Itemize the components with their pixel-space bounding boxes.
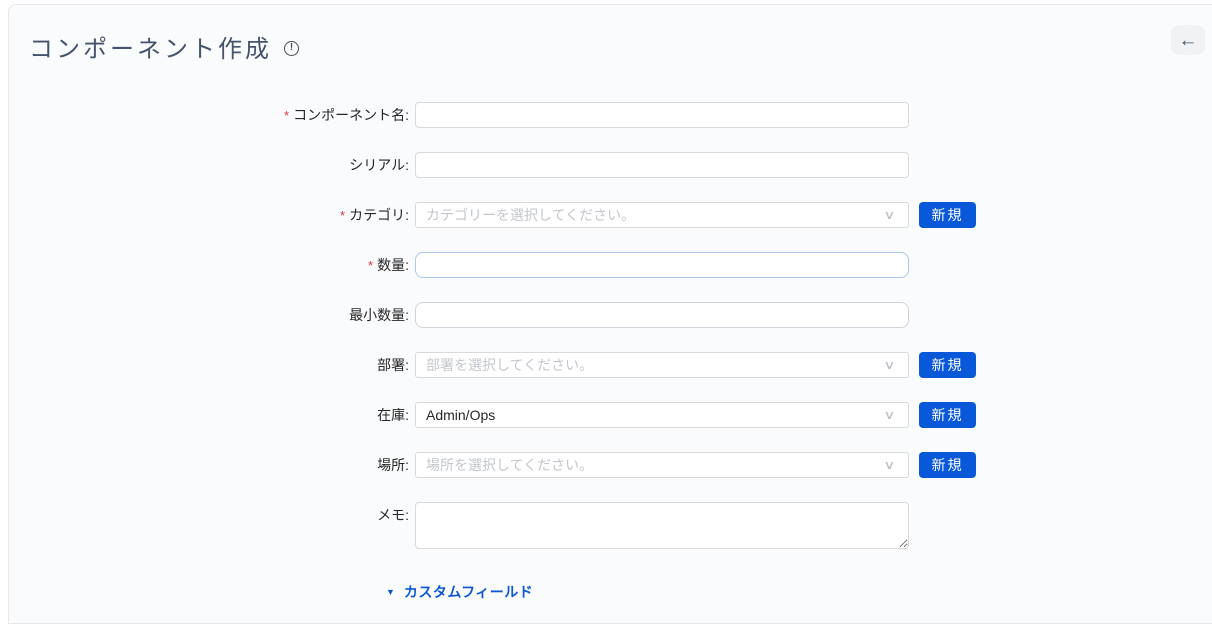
title-bar: コンポーネント作成 ! [29, 29, 1212, 64]
component-name-label: *コンポーネント名: [29, 102, 409, 124]
form-row-location: 場所: 場所を選択してください。 ∨ 新規 [29, 452, 1212, 478]
form-row-serial: シリアル: [29, 152, 1212, 178]
department-new-button[interactable]: 新規 [919, 352, 976, 378]
chevron-down-icon: ∨ [884, 358, 896, 372]
category-placeholder: カテゴリーを選択してください。 [426, 205, 885, 225]
triangle-down-icon: ▼ [386, 587, 395, 597]
back-button[interactable]: ← [1171, 25, 1205, 55]
page-title: コンポーネント作成 [29, 29, 272, 64]
location-new-button[interactable]: 新規 [919, 452, 976, 478]
form-row-quantity: *数量: [29, 252, 1212, 278]
form-row-category: *カテゴリ: カテゴリーを選択してください。 ∨ 新規 [29, 202, 1212, 228]
quantity-input[interactable] [415, 252, 909, 278]
chevron-down-icon: ∨ [884, 208, 896, 222]
location-label: 場所: [29, 452, 409, 473]
form-row-memo: メモ: [29, 502, 1212, 554]
min-quantity-input[interactable] [415, 302, 909, 328]
form-row-department: 部署: 部署を選択してください。 ∨ 新規 [29, 352, 1212, 378]
category-select[interactable]: カテゴリーを選択してください。 ∨ [415, 202, 909, 228]
custom-fields-label: カスタムフィールド [404, 582, 533, 602]
department-select[interactable]: 部署を選択してください。 ∨ [415, 352, 909, 378]
quantity-label: *数量: [29, 252, 409, 274]
category-label: *カテゴリ: [29, 202, 409, 224]
chevron-down-icon: ∨ [884, 408, 896, 422]
department-placeholder: 部署を選択してください。 [426, 355, 885, 375]
memo-textarea[interactable] [415, 502, 909, 549]
serial-label: シリアル: [29, 152, 409, 173]
info-icon[interactable]: ! [284, 41, 299, 56]
stock-selected-value: Admin/Ops [426, 407, 885, 423]
component-name-input[interactable] [415, 102, 909, 128]
chevron-down-icon: ∨ [884, 458, 896, 472]
component-form: *コンポーネント名: シリアル: *カテゴリ: カテゴリーを選択してください。 … [29, 102, 1212, 602]
required-asterisk: * [368, 258, 373, 273]
back-arrow-icon: ← [1179, 31, 1198, 50]
form-row-min-quantity: 最小数量: [29, 302, 1212, 328]
location-select[interactable]: 場所を選択してください。 ∨ [415, 452, 909, 478]
stock-label: 在庫: [29, 402, 409, 423]
custom-fields-toggle[interactable]: ▼ カスタムフィールド [386, 582, 1212, 602]
min-quantity-label: 最小数量: [29, 302, 409, 323]
location-placeholder: 場所を選択してください。 [426, 455, 885, 475]
required-asterisk: * [284, 108, 289, 123]
stock-select[interactable]: Admin/Ops ∨ [415, 402, 909, 428]
category-new-button[interactable]: 新規 [919, 202, 976, 228]
stock-new-button[interactable]: 新規 [919, 402, 976, 428]
serial-input[interactable] [415, 152, 909, 178]
memo-label: メモ: [29, 502, 409, 523]
create-component-panel: コンポーネント作成 ! ← *コンポーネント名: シリアル: *カテゴリ: カテ… [8, 4, 1212, 624]
department-label: 部署: [29, 352, 409, 373]
form-row-stock: 在庫: Admin/Ops ∨ 新規 [29, 402, 1212, 428]
required-asterisk: * [340, 208, 345, 223]
form-row-component-name: *コンポーネント名: [29, 102, 1212, 128]
